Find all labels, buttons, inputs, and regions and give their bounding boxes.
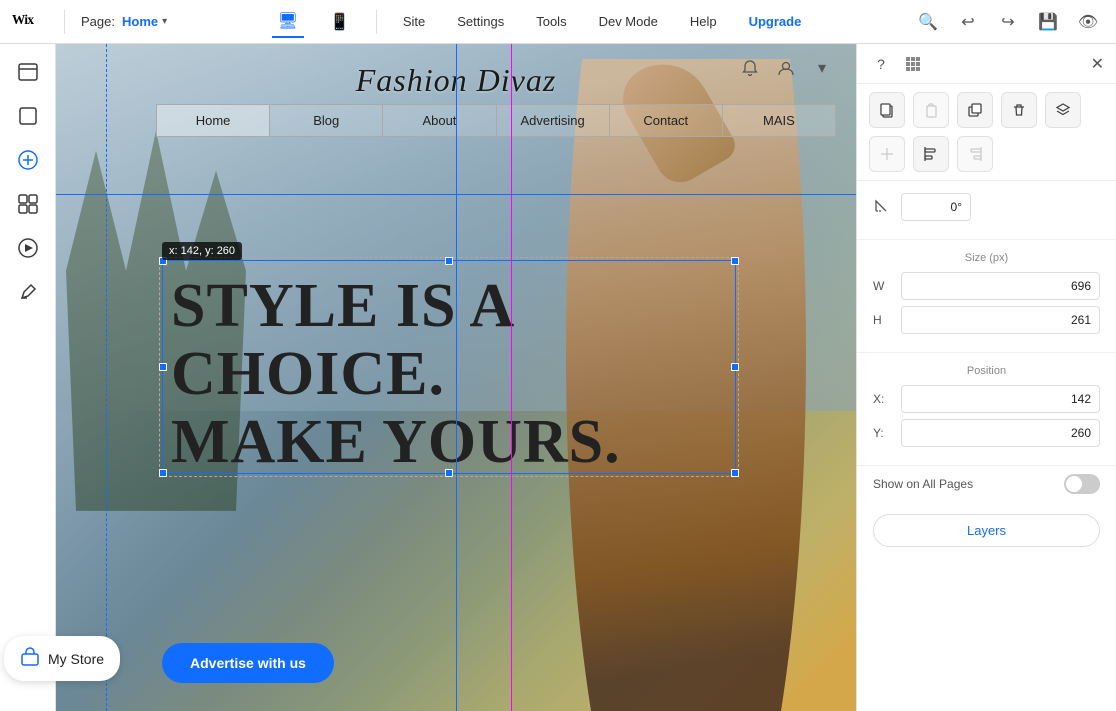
copy-tool-btn[interactable] — [869, 92, 905, 128]
grid-panel-icon[interactable] — [901, 52, 925, 76]
save-icon[interactable]: 💾 — [1032, 6, 1064, 38]
toolbar-divider — [64, 10, 65, 34]
left-sidebar — [0, 44, 56, 711]
x-label: X: — [873, 392, 893, 406]
preview-icon[interactable]: 👁 — [1072, 6, 1104, 38]
right-properties-panel: ? ✕ — [856, 44, 1116, 711]
page-selector[interactable]: Page: Home ▾ — [81, 14, 167, 29]
undo-icon[interactable]: ↩ — [952, 6, 984, 38]
height-input[interactable] — [901, 306, 1100, 334]
position-section: Position X: Y: — [857, 353, 1116, 466]
sidebar-blog-icon[interactable] — [8, 272, 48, 312]
site-nav-item[interactable]: Site — [397, 10, 431, 33]
nav-about[interactable]: About — [383, 105, 496, 136]
y-input[interactable] — [901, 419, 1100, 447]
redo-icon[interactable]: ↪ — [992, 6, 1024, 38]
page-name: Home — [122, 14, 158, 29]
desktop-view-icon[interactable]: 🖥 — [272, 6, 304, 38]
nav-mais[interactable]: MAIS — [723, 105, 835, 136]
sidebar-elements-icon[interactable] — [8, 96, 48, 136]
angle-input[interactable] — [901, 193, 971, 221]
toolbar-divider2 — [376, 10, 377, 34]
x-row: X: — [873, 385, 1100, 413]
panel-header: ? ✕ — [857, 44, 1116, 84]
arrange-tool-btn[interactable] — [869, 136, 905, 172]
headline-line3: MAKE YOURS. — [171, 408, 816, 476]
y-label: Y: — [873, 426, 893, 440]
devmode-nav-item[interactable]: Dev Mode — [593, 10, 664, 33]
mobile-view-icon[interactable]: 📱 — [324, 6, 356, 38]
tools-nav-item[interactable]: Tools — [530, 10, 572, 33]
page-label: Page: — [81, 14, 115, 29]
headline-line1: STYLE IS A — [171, 272, 816, 340]
angle-section — [857, 181, 1116, 240]
my-store-button[interactable]: My Store — [4, 636, 120, 681]
page-arrow-icon: ▾ — [162, 16, 167, 27]
advertise-button[interactable]: Advertise with us — [162, 643, 334, 683]
height-label: H — [873, 313, 893, 327]
hero-headline[interactable]: STYLE IS A CHOICE. MAKE YOURS. — [171, 272, 816, 477]
width-label: W — [873, 279, 893, 293]
coordinate-tooltip: x: 142, y: 260 — [162, 242, 242, 260]
search-icon[interactable]: 🔍 — [912, 6, 944, 38]
toolbar-actions: 🔍 ↩ ↪ 💾 👁 — [912, 6, 1104, 38]
my-store-icon — [20, 646, 40, 671]
toolbar-center: 🖥 📱 Site Settings Tools Dev Mode Help Up… — [183, 6, 896, 38]
panel-toolbar — [857, 84, 1116, 181]
sidebar-add-icon[interactable] — [8, 140, 48, 180]
panel-close-icon[interactable]: ✕ — [1091, 54, 1104, 74]
headline-line2: CHOICE. — [171, 340, 816, 408]
my-store-label: My Store — [48, 651, 104, 667]
settings-nav-item[interactable]: Settings — [451, 10, 510, 33]
y-row: Y: — [873, 419, 1100, 447]
size-section: Size (px) W H — [857, 240, 1116, 353]
duplicate-tool-btn[interactable] — [957, 92, 993, 128]
position-label: Position — [873, 365, 1100, 377]
sidebar-apps-icon[interactable] — [8, 184, 48, 224]
help-panel-icon[interactable]: ? — [869, 52, 893, 76]
help-nav-item[interactable]: Help — [684, 10, 723, 33]
sidebar-media-icon[interactable] — [8, 228, 48, 268]
nav-contact[interactable]: Contact — [610, 105, 723, 136]
size-label: Size (px) — [873, 252, 1100, 264]
layers-tool-btn[interactable] — [1045, 92, 1081, 128]
panel-header-icons: ? — [869, 52, 925, 76]
bell-icon[interactable] — [736, 54, 764, 82]
site-header-icons: ▾ — [736, 54, 836, 82]
user-icon[interactable] — [772, 54, 800, 82]
top-toolbar: Wix Page: Home ▾ 🖥 📱 Site Settings Tools… — [0, 0, 1116, 44]
show-on-all-pages-label: Show on All Pages — [873, 477, 973, 491]
align-right-tool-btn[interactable] — [957, 136, 993, 172]
upgrade-nav-item[interactable]: Upgrade — [743, 10, 808, 33]
dropdown-arrow-icon[interactable]: ▾ — [808, 54, 836, 82]
width-row: W — [873, 272, 1100, 300]
wix-logo: Wix — [12, 9, 48, 35]
show-on-all-pages-toggle[interactable] — [1064, 474, 1100, 494]
nav-home[interactable]: Home — [157, 105, 270, 136]
nav-blog[interactable]: Blog — [270, 105, 383, 136]
nav-advertising[interactable]: Advertising — [497, 105, 610, 136]
site-navigation: Home Blog About Advertising Contact MAIS — [156, 104, 836, 137]
angle-row — [873, 193, 1100, 221]
delete-tool-btn[interactable] — [1001, 92, 1037, 128]
width-input[interactable] — [901, 272, 1100, 300]
layers-button[interactable]: Layers — [873, 514, 1100, 547]
svg-text:Wix: Wix — [12, 11, 34, 26]
x-input[interactable] — [901, 385, 1100, 413]
canvas-area: Fashion Divaz ▾ Home Blog About Advertis… — [56, 44, 856, 711]
paste-tool-btn[interactable] — [913, 92, 949, 128]
align-left-tool-btn[interactable] — [913, 136, 949, 172]
height-row: H — [873, 306, 1100, 334]
angle-icon — [873, 198, 893, 217]
show-on-all-pages-row: Show on All Pages — [857, 466, 1116, 502]
sidebar-pages-icon[interactable] — [8, 52, 48, 92]
